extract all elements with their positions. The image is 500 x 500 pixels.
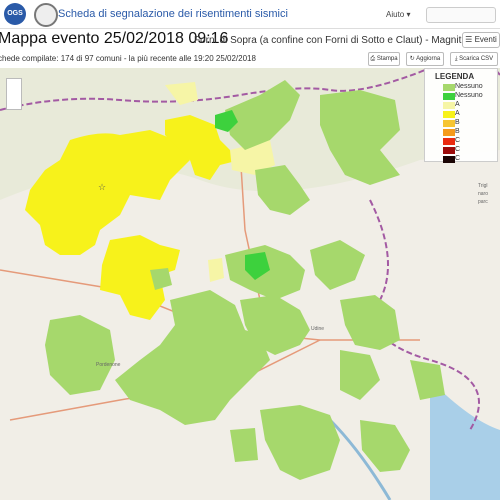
search-input[interactable] bbox=[426, 7, 496, 23]
epicenter-star-icon: ☆ bbox=[98, 183, 106, 193]
top-navbar: OGS Scheda di segnalazione dei risentime… bbox=[0, 0, 500, 29]
legend-swatch bbox=[443, 129, 455, 136]
legend-label: A bbox=[455, 101, 460, 108]
legend-item: C bbox=[425, 137, 497, 146]
events-button-label: Eventi bbox=[474, 35, 497, 44]
place-label: Trigl bbox=[478, 183, 488, 189]
download-icon: ⤓ bbox=[454, 56, 458, 62]
legend-swatch bbox=[443, 102, 455, 109]
summary-text: chede compilate: 174 di 97 comuni - la p… bbox=[0, 54, 256, 63]
refresh-button[interactable]: ↻ Aggiorna bbox=[406, 52, 444, 66]
legend-label: Nessuno bbox=[455, 92, 483, 99]
legend-label: C bbox=[455, 146, 461, 153]
legend-item: C bbox=[425, 146, 497, 155]
legend-swatch bbox=[443, 111, 455, 118]
legend-item: Nessuno bbox=[425, 83, 497, 92]
legend-label: Nessuno bbox=[455, 83, 483, 90]
ogs-logo: OGS bbox=[4, 3, 26, 25]
refresh-icon: ↻ bbox=[409, 56, 415, 62]
place-label: naro bbox=[478, 191, 489, 197]
legend-item: C bbox=[425, 155, 497, 164]
event-subtitle: Forni di Sopra (a confine con Forni di S… bbox=[194, 35, 481, 46]
legend-swatch bbox=[443, 84, 455, 91]
place-label: Udine bbox=[311, 326, 325, 332]
legend-label: C bbox=[455, 137, 461, 144]
legend-swatch bbox=[443, 120, 455, 127]
legend-label: C bbox=[455, 155, 461, 162]
list-icon: ☰ bbox=[465, 35, 473, 44]
legend-item: A bbox=[425, 101, 497, 110]
place-label: Pordenone bbox=[96, 362, 121, 368]
csv-button-label: Scarica CSV bbox=[459, 56, 494, 62]
legend-label: A bbox=[455, 110, 460, 117]
download-csv-button[interactable]: ⤓ Scarica CSV bbox=[450, 52, 498, 66]
refresh-button-label: Aggiorna bbox=[416, 56, 441, 62]
print-button-label: Stampa bbox=[376, 56, 398, 62]
legend-item: B bbox=[425, 119, 497, 128]
legend-swatch bbox=[443, 156, 455, 163]
legend-item: A bbox=[425, 110, 497, 119]
legend-swatch bbox=[443, 93, 455, 100]
legend-label: B bbox=[455, 119, 460, 126]
place-label: parc bbox=[478, 199, 488, 205]
legend-swatch bbox=[443, 147, 455, 154]
map-legend: LEGENDA Nessuno Nessuno A A B B C C C bbox=[424, 68, 498, 164]
print-button[interactable]: ⎙ Stampa bbox=[368, 52, 400, 66]
institution-seal-icon bbox=[34, 3, 58, 27]
app-title[interactable]: Scheda di segnalazione dei risentimenti … bbox=[58, 8, 288, 20]
legend-item: Nessuno bbox=[425, 92, 497, 101]
help-menu[interactable]: Aiuto ▾ bbox=[386, 10, 410, 19]
zoom-control[interactable] bbox=[6, 78, 22, 110]
legend-item: B bbox=[425, 128, 497, 137]
legend-title: LEGENDA bbox=[435, 72, 475, 81]
pale-yellow-area-3 bbox=[208, 258, 224, 282]
legend-swatch bbox=[443, 138, 455, 145]
print-icon: ⎙ bbox=[370, 56, 376, 62]
legend-label: B bbox=[455, 128, 460, 135]
events-button[interactable]: ☰ Eventi bbox=[462, 32, 500, 48]
